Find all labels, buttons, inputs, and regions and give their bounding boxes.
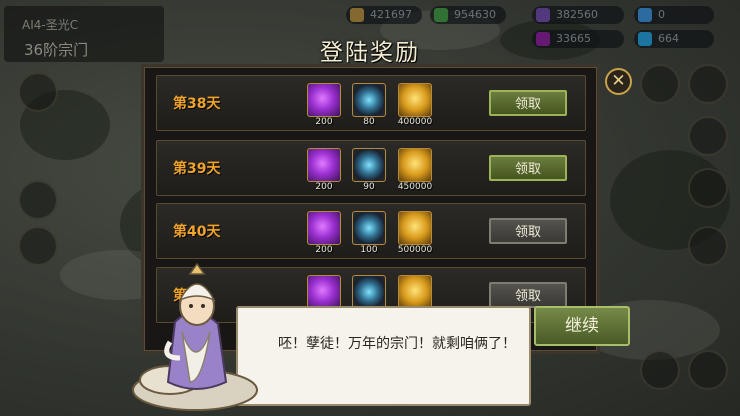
item-qty: 200 — [315, 245, 333, 255]
reward-row: 第38天 200 80 400000 领取 — [156, 75, 586, 131]
crystal-icon[interactable] — [307, 211, 341, 245]
claim-button[interactable]: 领取 — [489, 90, 567, 116]
day-label: 第38天 — [173, 96, 221, 112]
gold-ingot-icon[interactable] — [398, 275, 432, 309]
item-qty: 100 — [360, 245, 378, 255]
spirit-orb-icon[interactable] — [352, 83, 386, 117]
reward-row: 第40天 200 100 500000 领取 — [156, 203, 586, 259]
claim-button[interactable]: 领取 — [489, 155, 567, 181]
gold-ingot-icon[interactable] — [398, 83, 432, 117]
close-x-icon: ✕ — [611, 71, 626, 91]
spirit-orb-icon[interactable] — [352, 211, 386, 245]
item-qty: 400000 — [397, 117, 433, 127]
crystal-icon[interactable] — [307, 148, 341, 182]
npc-speech-text: 呸！孽徒！万年的宗门！就剩咱俩了！ — [278, 336, 516, 352]
item-qty: 200 — [315, 117, 333, 127]
crystal-icon[interactable] — [307, 275, 341, 309]
gold-ingot-icon[interactable] — [398, 211, 432, 245]
elder-npc-portrait — [132, 262, 258, 411]
panel-title: 登陆奖励 — [320, 40, 420, 66]
gold-ingot-icon[interactable] — [398, 148, 432, 182]
reward-row: 第39天 200 90 450000 领取 — [156, 140, 586, 196]
day-label: 第39天 — [173, 161, 221, 177]
claim-button[interactable]: 领取 — [489, 218, 567, 244]
spirit-orb-icon[interactable] — [352, 275, 386, 309]
crystal-icon[interactable] — [307, 83, 341, 117]
claim-button[interactable]: 领取 — [489, 282, 567, 308]
day-label: 第40天 — [173, 224, 221, 240]
item-qty: 200 — [315, 182, 333, 192]
spirit-orb-icon[interactable] — [352, 148, 386, 182]
item-qty: 80 — [363, 117, 375, 127]
item-qty: 90 — [363, 182, 375, 192]
close-button[interactable]: ✕ — [605, 68, 632, 95]
npc-speech-box[interactable]: 呸！孽徒！万年的宗门！就剩咱俩了！ — [236, 306, 531, 406]
item-qty: 450000 — [397, 182, 433, 192]
item-qty: 500000 — [397, 245, 433, 255]
continue-button[interactable]: 继续 — [534, 306, 630, 346]
